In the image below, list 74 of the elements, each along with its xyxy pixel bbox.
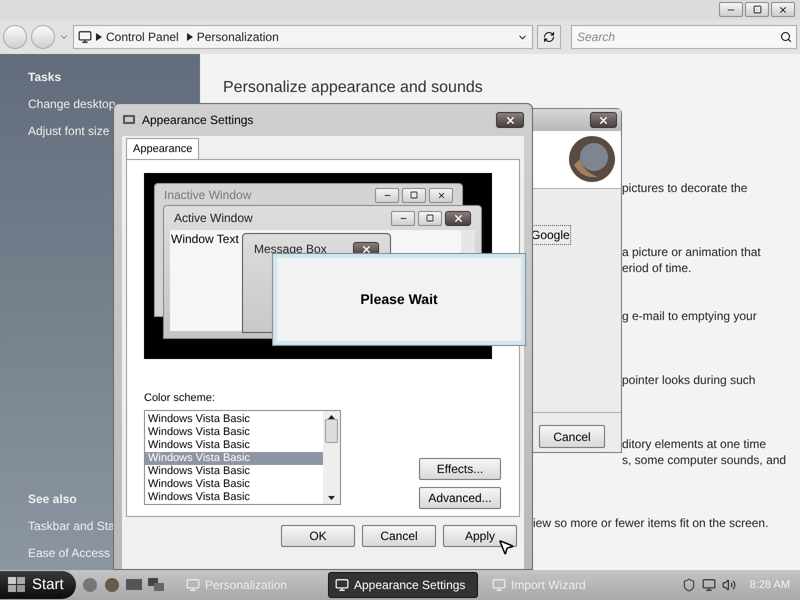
maximize-icon	[426, 214, 434, 222]
list-item[interactable]: Windows Vista Basic	[145, 464, 323, 478]
restore-button[interactable]	[745, 2, 769, 17]
push-button[interactable]: Apply	[443, 525, 517, 547]
inactive-title: Inactive Window	[164, 187, 252, 204]
refresh-icon	[543, 31, 555, 43]
description-text: ditory elements at one time	[622, 436, 768, 452]
list-item[interactable]: Windows Vista Basic	[145, 412, 323, 426]
tab[interactable]: Appearance	[126, 138, 200, 159]
color-scheme-label: Color scheme:	[144, 391, 216, 406]
color-scheme-list[interactable]: Windows Vista Basic Windows Vista Basic Windows Vista Basic Windows Vista Basic Windows Vista Basic Windows Vista Basic Windows Vista Basic	[144, 410, 341, 504]
close-icon	[504, 114, 516, 126]
description-text: s, some computer sounds, and	[622, 452, 788, 468]
maximize-button[interactable]	[402, 188, 426, 202]
address-bar[interactable]: Control Panel Personalization	[73, 25, 533, 49]
description-text: iew so more or fewer items fit on the screen.	[533, 515, 770, 531]
shield-icon	[682, 578, 696, 592]
maximize-icon	[410, 191, 418, 199]
chevron-icon	[96, 33, 102, 41]
breadcrumb-link[interactable]: Control Panel	[106, 28, 179, 46]
chevron-icon	[186, 33, 193, 41]
refresh-button[interactable]	[537, 25, 561, 49]
start-button[interactable]: Start	[0, 571, 76, 599]
window-text: Window Text	[171, 232, 239, 246]
window-switch-icon[interactable]	[148, 578, 164, 592]
search-icon	[780, 31, 792, 43]
window-icon	[122, 113, 136, 127]
globe-icon[interactable]	[104, 577, 120, 593]
list-item[interactable]: Windows Vista Basic	[145, 438, 323, 452]
close-icon	[436, 190, 446, 200]
push-button[interactable]: OK	[281, 525, 355, 547]
desktop-icon[interactable]	[126, 578, 142, 592]
restore-icon	[752, 5, 762, 14]
please-wait-text: Please Wait	[360, 290, 438, 309]
close-button[interactable]	[445, 210, 471, 226]
see-also-heading: See also	[28, 491, 77, 508]
close-button[interactable]	[590, 112, 617, 128]
breadcrumb-link[interactable]: Personalization	[196, 28, 279, 46]
list-item[interactable]: Windows Vista Basic	[145, 490, 323, 504]
close-button[interactable]	[771, 2, 795, 17]
search-field[interactable]: Search	[571, 25, 797, 49]
description-text: g e-mail to emptying your	[622, 308, 758, 324]
volume-icon	[722, 578, 736, 592]
close-button[interactable]	[429, 188, 453, 202]
maximize-button[interactable]	[418, 210, 442, 226]
clock: 8:28 AM	[750, 578, 790, 593]
close-icon	[360, 244, 372, 254]
tasks-heading: Tasks	[28, 69, 62, 86]
network-icon	[702, 578, 716, 592]
windows-logo-icon	[8, 577, 26, 593]
description-text: pictures to decorate the	[622, 180, 748, 196]
page-heading: Personalize appearance and sounds	[223, 78, 484, 98]
message-box-title: Message Box	[254, 241, 327, 258]
list-item[interactable]: Windows Vista Basic	[145, 426, 323, 438]
push-button[interactable]: Cancel	[362, 525, 436, 547]
computer-icon	[78, 30, 92, 44]
mouse-cursor-icon	[497, 538, 515, 556]
close-button[interactable]	[496, 112, 524, 128]
dialog-title: Appearance Settings	[142, 112, 254, 129]
taskbar-button[interactable]: Appearance Settings	[328, 572, 478, 598]
description-text: eriod of time.	[622, 260, 692, 276]
scroll-down-icon	[328, 496, 335, 500]
push-button[interactable]: Advanced...	[419, 486, 501, 508]
active-title: Active Window	[174, 210, 253, 227]
globe-logo-icon	[568, 135, 616, 183]
close-icon	[778, 4, 788, 14]
description-text: pointer looks during such	[622, 372, 756, 388]
scroll-thumb[interactable]	[325, 418, 338, 442]
push-button[interactable]: Effects...	[419, 458, 501, 480]
close-icon	[452, 212, 464, 224]
description-text: a picture or animation that	[622, 244, 762, 260]
list-item[interactable]: Windows Vista Basic	[145, 478, 323, 490]
close-icon	[598, 114, 609, 126]
push-button[interactable]: Cancel	[539, 425, 605, 448]
